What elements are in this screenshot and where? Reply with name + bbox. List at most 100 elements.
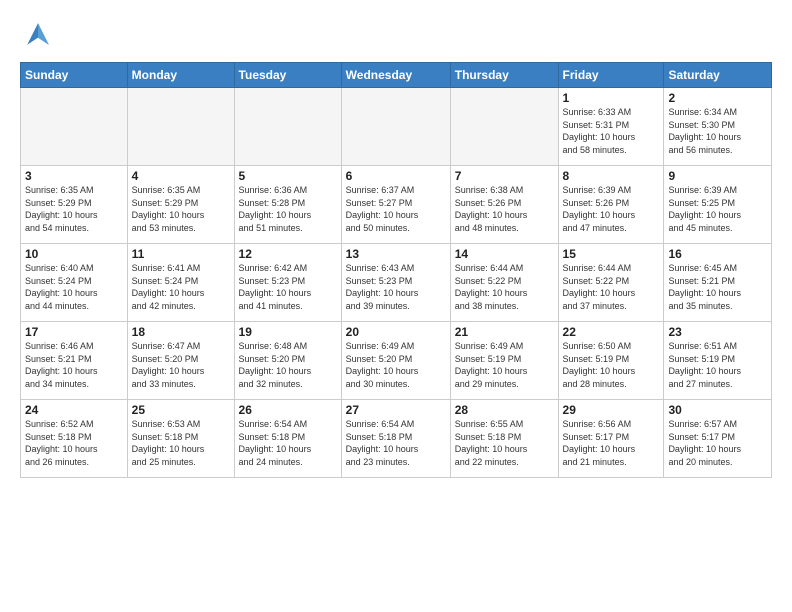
- day-info: Sunrise: 6:53 AM Sunset: 5:18 PM Dayligh…: [132, 418, 230, 468]
- calendar-cell: 4Sunrise: 6:35 AM Sunset: 5:29 PM Daylig…: [127, 166, 234, 244]
- day-number: 22: [563, 325, 660, 339]
- calendar-cell: 21Sunrise: 6:49 AM Sunset: 5:19 PM Dayli…: [450, 322, 558, 400]
- weekday-header-thursday: Thursday: [450, 63, 558, 88]
- day-number: 19: [239, 325, 337, 339]
- day-info: Sunrise: 6:55 AM Sunset: 5:18 PM Dayligh…: [455, 418, 554, 468]
- day-info: Sunrise: 6:44 AM Sunset: 5:22 PM Dayligh…: [563, 262, 660, 312]
- day-number: 29: [563, 403, 660, 417]
- calendar-week-3: 10Sunrise: 6:40 AM Sunset: 5:24 PM Dayli…: [21, 244, 772, 322]
- calendar-cell: 28Sunrise: 6:55 AM Sunset: 5:18 PM Dayli…: [450, 400, 558, 478]
- calendar-cell: 13Sunrise: 6:43 AM Sunset: 5:23 PM Dayli…: [341, 244, 450, 322]
- weekday-header-wednesday: Wednesday: [341, 63, 450, 88]
- weekday-header-friday: Friday: [558, 63, 664, 88]
- day-info: Sunrise: 6:52 AM Sunset: 5:18 PM Dayligh…: [25, 418, 123, 468]
- day-info: Sunrise: 6:45 AM Sunset: 5:21 PM Dayligh…: [668, 262, 767, 312]
- calendar-week-5: 24Sunrise: 6:52 AM Sunset: 5:18 PM Dayli…: [21, 400, 772, 478]
- day-info: Sunrise: 6:35 AM Sunset: 5:29 PM Dayligh…: [25, 184, 123, 234]
- page: SundayMondayTuesdayWednesdayThursdayFrid…: [0, 0, 792, 612]
- calendar-cell: [341, 88, 450, 166]
- day-info: Sunrise: 6:48 AM Sunset: 5:20 PM Dayligh…: [239, 340, 337, 390]
- calendar-cell: 17Sunrise: 6:46 AM Sunset: 5:21 PM Dayli…: [21, 322, 128, 400]
- day-number: 13: [346, 247, 446, 261]
- day-number: 1: [563, 91, 660, 105]
- day-number: 30: [668, 403, 767, 417]
- calendar-cell: 19Sunrise: 6:48 AM Sunset: 5:20 PM Dayli…: [234, 322, 341, 400]
- day-number: 9: [668, 169, 767, 183]
- day-number: 4: [132, 169, 230, 183]
- day-number: 25: [132, 403, 230, 417]
- calendar-cell: 18Sunrise: 6:47 AM Sunset: 5:20 PM Dayli…: [127, 322, 234, 400]
- day-info: Sunrise: 6:41 AM Sunset: 5:24 PM Dayligh…: [132, 262, 230, 312]
- calendar-cell: 2Sunrise: 6:34 AM Sunset: 5:30 PM Daylig…: [664, 88, 772, 166]
- header: [20, 16, 772, 52]
- day-info: Sunrise: 6:51 AM Sunset: 5:19 PM Dayligh…: [668, 340, 767, 390]
- calendar-cell: 23Sunrise: 6:51 AM Sunset: 5:19 PM Dayli…: [664, 322, 772, 400]
- day-info: Sunrise: 6:36 AM Sunset: 5:28 PM Dayligh…: [239, 184, 337, 234]
- day-info: Sunrise: 6:35 AM Sunset: 5:29 PM Dayligh…: [132, 184, 230, 234]
- day-number: 26: [239, 403, 337, 417]
- weekday-header-monday: Monday: [127, 63, 234, 88]
- day-number: 20: [346, 325, 446, 339]
- day-number: 10: [25, 247, 123, 261]
- day-number: 21: [455, 325, 554, 339]
- day-info: Sunrise: 6:43 AM Sunset: 5:23 PM Dayligh…: [346, 262, 446, 312]
- day-number: 23: [668, 325, 767, 339]
- day-number: 15: [563, 247, 660, 261]
- calendar-cell: 20Sunrise: 6:49 AM Sunset: 5:20 PM Dayli…: [341, 322, 450, 400]
- day-info: Sunrise: 6:34 AM Sunset: 5:30 PM Dayligh…: [668, 106, 767, 156]
- weekday-header-sunday: Sunday: [21, 63, 128, 88]
- day-info: Sunrise: 6:54 AM Sunset: 5:18 PM Dayligh…: [239, 418, 337, 468]
- day-number: 14: [455, 247, 554, 261]
- day-info: Sunrise: 6:56 AM Sunset: 5:17 PM Dayligh…: [563, 418, 660, 468]
- calendar-cell: 8Sunrise: 6:39 AM Sunset: 5:26 PM Daylig…: [558, 166, 664, 244]
- calendar-week-4: 17Sunrise: 6:46 AM Sunset: 5:21 PM Dayli…: [21, 322, 772, 400]
- calendar-cell: 24Sunrise: 6:52 AM Sunset: 5:18 PM Dayli…: [21, 400, 128, 478]
- calendar-cell: 11Sunrise: 6:41 AM Sunset: 5:24 PM Dayli…: [127, 244, 234, 322]
- logo: [20, 16, 60, 52]
- calendar-cell: [234, 88, 341, 166]
- calendar-cell: 14Sunrise: 6:44 AM Sunset: 5:22 PM Dayli…: [450, 244, 558, 322]
- calendar-week-1: 1Sunrise: 6:33 AM Sunset: 5:31 PM Daylig…: [21, 88, 772, 166]
- day-info: Sunrise: 6:40 AM Sunset: 5:24 PM Dayligh…: [25, 262, 123, 312]
- calendar-cell: 12Sunrise: 6:42 AM Sunset: 5:23 PM Dayli…: [234, 244, 341, 322]
- calendar-cell: 15Sunrise: 6:44 AM Sunset: 5:22 PM Dayli…: [558, 244, 664, 322]
- day-number: 3: [25, 169, 123, 183]
- day-info: Sunrise: 6:47 AM Sunset: 5:20 PM Dayligh…: [132, 340, 230, 390]
- calendar-cell: 29Sunrise: 6:56 AM Sunset: 5:17 PM Dayli…: [558, 400, 664, 478]
- calendar-cell: 7Sunrise: 6:38 AM Sunset: 5:26 PM Daylig…: [450, 166, 558, 244]
- day-info: Sunrise: 6:33 AM Sunset: 5:31 PM Dayligh…: [563, 106, 660, 156]
- day-number: 7: [455, 169, 554, 183]
- day-info: Sunrise: 6:54 AM Sunset: 5:18 PM Dayligh…: [346, 418, 446, 468]
- calendar-cell: [450, 88, 558, 166]
- day-info: Sunrise: 6:49 AM Sunset: 5:19 PM Dayligh…: [455, 340, 554, 390]
- calendar-cell: 26Sunrise: 6:54 AM Sunset: 5:18 PM Dayli…: [234, 400, 341, 478]
- calendar-cell: 3Sunrise: 6:35 AM Sunset: 5:29 PM Daylig…: [21, 166, 128, 244]
- day-info: Sunrise: 6:46 AM Sunset: 5:21 PM Dayligh…: [25, 340, 123, 390]
- calendar-table: SundayMondayTuesdayWednesdayThursdayFrid…: [20, 62, 772, 478]
- day-number: 17: [25, 325, 123, 339]
- day-info: Sunrise: 6:49 AM Sunset: 5:20 PM Dayligh…: [346, 340, 446, 390]
- calendar-week-2: 3Sunrise: 6:35 AM Sunset: 5:29 PM Daylig…: [21, 166, 772, 244]
- day-info: Sunrise: 6:39 AM Sunset: 5:26 PM Dayligh…: [563, 184, 660, 234]
- calendar-cell: 30Sunrise: 6:57 AM Sunset: 5:17 PM Dayli…: [664, 400, 772, 478]
- day-number: 11: [132, 247, 230, 261]
- day-info: Sunrise: 6:57 AM Sunset: 5:17 PM Dayligh…: [668, 418, 767, 468]
- logo-icon: [20, 16, 56, 52]
- day-number: 2: [668, 91, 767, 105]
- weekday-header-tuesday: Tuesday: [234, 63, 341, 88]
- calendar-cell: 27Sunrise: 6:54 AM Sunset: 5:18 PM Dayli…: [341, 400, 450, 478]
- day-number: 6: [346, 169, 446, 183]
- day-number: 16: [668, 247, 767, 261]
- day-info: Sunrise: 6:50 AM Sunset: 5:19 PM Dayligh…: [563, 340, 660, 390]
- day-info: Sunrise: 6:44 AM Sunset: 5:22 PM Dayligh…: [455, 262, 554, 312]
- day-number: 18: [132, 325, 230, 339]
- day-number: 5: [239, 169, 337, 183]
- day-number: 24: [25, 403, 123, 417]
- day-info: Sunrise: 6:42 AM Sunset: 5:23 PM Dayligh…: [239, 262, 337, 312]
- day-info: Sunrise: 6:38 AM Sunset: 5:26 PM Dayligh…: [455, 184, 554, 234]
- day-info: Sunrise: 6:39 AM Sunset: 5:25 PM Dayligh…: [668, 184, 767, 234]
- day-number: 27: [346, 403, 446, 417]
- day-info: Sunrise: 6:37 AM Sunset: 5:27 PM Dayligh…: [346, 184, 446, 234]
- weekday-header-row: SundayMondayTuesdayWednesdayThursdayFrid…: [21, 63, 772, 88]
- day-number: 28: [455, 403, 554, 417]
